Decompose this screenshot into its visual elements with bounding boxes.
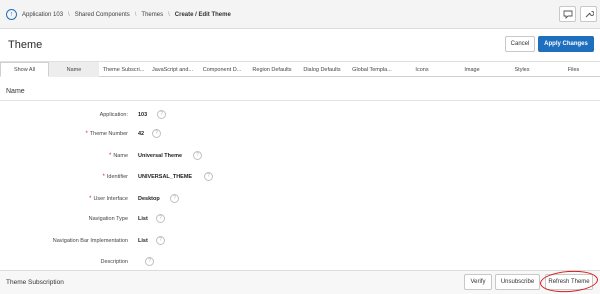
tab-image[interactable]: Image (447, 62, 497, 77)
field-theme-number: * Theme Number 42 ? (0, 129, 600, 141)
comment-button[interactable] (559, 6, 576, 22)
tab-global-templates[interactable]: Global Templa... (347, 62, 397, 77)
developer-tools-button[interactable] (580, 6, 597, 22)
comment-icon (563, 10, 572, 19)
field-user-interface: * User Interface Desktop ? (0, 194, 600, 206)
help-icon[interactable]: ? (204, 172, 213, 181)
region-title: Theme Subscription (6, 279, 64, 286)
field-label: Description (100, 259, 128, 265)
tab-styles[interactable]: Styles (497, 62, 547, 77)
tab-region-defaults[interactable]: Region Defaults (247, 62, 297, 77)
breadcrumb: ↑ Application 103 \ Shared Components \ … (6, 8, 231, 21)
field-label: Navigation Bar Implementation (52, 238, 128, 244)
help-icon[interactable]: ? (152, 129, 161, 138)
unsubscribe-button[interactable]: Unsubscribe (495, 274, 540, 290)
field-navigation-bar-implementation: Navigation Bar Implementation List ? (0, 236, 600, 248)
required-marker: * (85, 131, 88, 137)
help-icon[interactable]: ? (156, 236, 165, 245)
breadcrumb-item-shared-components[interactable]: Shared Components (75, 12, 130, 18)
field-label: Name (113, 153, 128, 159)
help-icon[interactable]: ? (193, 151, 202, 160)
tab-files[interactable]: Files (547, 62, 600, 77)
region-title: Name (6, 88, 25, 95)
tab-icons[interactable]: Icons (397, 62, 447, 77)
help-icon[interactable]: ? (157, 110, 166, 119)
tab-component-defaults[interactable]: Component D... (197, 62, 247, 77)
field-label: Identifier (106, 174, 128, 180)
breadcrumb-separator: \ (134, 11, 137, 18)
field-identifier: * Identifier UNIVERSAL_THEME ? (0, 172, 600, 184)
field-value: List (138, 216, 148, 222)
field-value: Universal Theme (138, 153, 183, 159)
field-label: User Interface (93, 196, 128, 202)
tab-dialog-defaults[interactable]: Dialog Defaults (297, 62, 347, 77)
cancel-button[interactable]: Cancel (505, 36, 535, 52)
field-application: Application: 103 ? (0, 110, 600, 122)
top-bar: ↑ Application 103 \ Shared Components \ … (0, 0, 600, 29)
apply-changes-button[interactable]: Apply Changes (538, 36, 594, 52)
breadcrumb-separator: \ (68, 11, 70, 18)
field-value: List (138, 238, 148, 244)
help-icon[interactable]: ? (170, 194, 179, 203)
required-marker: * (89, 196, 92, 202)
field-value: 42 (138, 131, 145, 137)
tab-bar: Show All Name Theme Subscri... JavaScrip… (0, 61, 600, 77)
tab-name[interactable]: Name (49, 62, 99, 77)
tab-javascript-and-css[interactable]: JavaScript and... (148, 62, 197, 77)
breadcrumb-current: Create / Edit Theme (174, 11, 231, 18)
help-icon[interactable]: ? (156, 214, 165, 223)
field-value: Desktop (138, 196, 160, 202)
tab-theme-subscription[interactable]: Theme Subscri... (99, 62, 148, 77)
field-value: 103 (138, 112, 148, 118)
wrench-icon (585, 10, 594, 18)
field-label: Theme Number (89, 131, 128, 137)
page-title: Theme (8, 39, 43, 51)
field-description: Description ? (0, 257, 600, 269)
up-arrow-icon[interactable]: ↑ (6, 9, 17, 20)
verify-button[interactable]: Verify (464, 274, 492, 290)
field-label: Application: (99, 112, 128, 118)
field-name: * Name Universal Theme ? (0, 151, 600, 163)
required-marker: * (108, 153, 112, 159)
tab-show-all[interactable]: Show All (0, 62, 49, 77)
breadcrumb-item-application[interactable]: Application 103 (22, 12, 63, 18)
required-marker: * (102, 174, 105, 180)
help-icon[interactable]: ? (145, 257, 154, 266)
field-value: UNIVERSAL_THEME (138, 174, 193, 180)
breadcrumb-separator: \ (168, 11, 170, 18)
field-label: Navigation Type (88, 216, 128, 222)
field-navigation-type: Navigation Type List ? (0, 214, 600, 226)
region-header-name: Name (0, 84, 600, 101)
breadcrumb-item-themes[interactable]: Themes (141, 12, 163, 18)
